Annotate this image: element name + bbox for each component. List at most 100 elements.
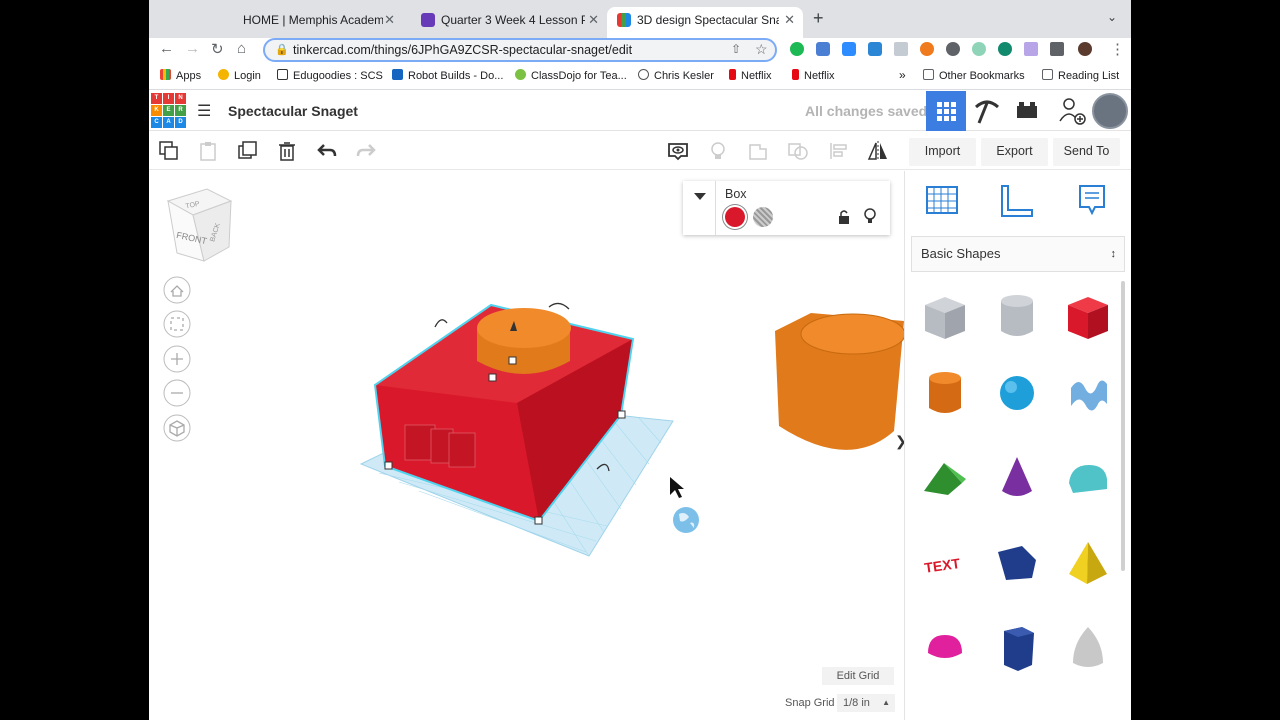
redo-icon[interactable]	[355, 140, 377, 162]
resize-handle[interactable]	[534, 516, 543, 525]
tab-tinkercad[interactable]: 3D design Spectacular Snaget ✕	[607, 7, 803, 38]
box-hole-shape[interactable]	[920, 291, 970, 341]
snap-grid-select[interactable]: 1/8 in ▲	[837, 694, 895, 712]
notion-extension-icon[interactable]	[946, 42, 960, 56]
ruler-icon[interactable]	[999, 183, 1035, 219]
copy-icon[interactable]	[158, 140, 180, 162]
zoom-extension-icon[interactable]	[842, 42, 856, 56]
notes-lightbulb-icon[interactable]	[707, 140, 729, 162]
puzzle-extensions-icon[interactable]	[1050, 42, 1064, 56]
grammarly-extension-icon[interactable]	[790, 42, 804, 56]
workplane-scene[interactable]: TOP FRONT BACK	[149, 171, 904, 720]
resize-handle[interactable]	[384, 461, 393, 470]
extension-icon[interactable]	[920, 42, 934, 56]
bookmark-chris-kesler[interactable]: Chris Kesler	[638, 69, 714, 82]
rotate-handle-icon[interactable]	[434, 319, 448, 328]
more-bookmarks-button[interactable]: »	[899, 68, 906, 82]
collapse-inspector-icon[interactable]	[693, 191, 707, 201]
bookmark-netflix[interactable]: Netflix	[792, 69, 835, 82]
undo-icon[interactable]	[316, 140, 338, 162]
ungroup-icon[interactable]	[787, 140, 809, 162]
other-bookmarks-folder[interactable]: Other Bookmarks	[923, 69, 1025, 82]
edit-grid-button[interactable]: Edit Grid	[822, 667, 894, 685]
cone-shape[interactable]	[992, 453, 1042, 503]
panel-toggle-chevron-icon[interactable]: ❯	[895, 433, 904, 450]
home-view-button[interactable]	[163, 276, 191, 304]
workplane[interactable]: TOP FRONT BACK	[149, 171, 904, 720]
align-icon[interactable]	[828, 140, 850, 162]
new-tab-button[interactable]: +	[813, 8, 824, 29]
3d-view-button[interactable]	[926, 91, 966, 131]
fit-view-button[interactable]	[163, 310, 191, 338]
workplane-tool-icon[interactable]	[925, 183, 959, 217]
notes-icon[interactable]	[1077, 183, 1107, 219]
paraboloid-shape[interactable]	[1063, 623, 1113, 673]
paste-icon[interactable]	[197, 140, 219, 162]
tinkercad-logo[interactable]: T I N K E R C A D	[151, 93, 187, 129]
share-icon[interactable]: ⇧	[731, 42, 741, 56]
round-roof-shape[interactable]	[1063, 453, 1113, 503]
polygon-prism-shape[interactable]	[992, 623, 1042, 673]
duplicate-icon[interactable]	[237, 140, 259, 162]
address-bar[interactable]: 🔒 tinkercad.com/things/6JPhGA9ZCSR-spect…	[263, 38, 777, 62]
extension-icon[interactable]	[972, 42, 986, 56]
design-list-icon[interactable]: ☰	[197, 101, 211, 121]
url-text[interactable]: tinkercad.com/things/6JPhGA9ZCSR-spectac…	[293, 43, 632, 57]
project-name[interactable]: Spectacular Snaget	[228, 103, 358, 119]
cylinder-hole-shape[interactable]	[992, 291, 1042, 341]
extension-icon[interactable]	[998, 42, 1012, 56]
import-button[interactable]: Import	[909, 138, 976, 166]
close-tab-icon[interactable]: ✕	[588, 7, 599, 33]
add-user-button[interactable]	[1051, 91, 1091, 131]
bookmark-netflix[interactable]: Netflix	[729, 69, 772, 82]
group-icon[interactable]	[747, 140, 769, 162]
tab-lesson-plan[interactable]: Quarter 3 Week 4 Lesson Plan ✕	[411, 7, 607, 38]
half-sphere-shape[interactable]	[920, 623, 970, 673]
tab-home-memphis[interactable]: HOME | Memphis Academy of ✕	[215, 7, 403, 38]
bookmark-login[interactable]: Login	[218, 69, 261, 82]
resize-handle[interactable]	[508, 356, 517, 365]
close-tab-icon[interactable]: ✕	[784, 7, 795, 33]
text-shape[interactable]: TEXT	[920, 538, 970, 588]
translate-extension-icon[interactable]	[816, 42, 830, 56]
solid-color-swatch[interactable]	[725, 207, 745, 227]
rotate-handle-icon[interactable]	[548, 302, 570, 310]
close-tab-icon[interactable]: ✕	[384, 7, 395, 33]
send-to-button[interactable]: Send To	[1053, 138, 1120, 166]
export-button[interactable]: Export	[981, 138, 1048, 166]
home-icon[interactable]: ⌂	[237, 40, 246, 57]
hole-swatch[interactable]	[753, 207, 773, 227]
pyramid-shape[interactable]	[1063, 538, 1113, 588]
bookmark-edugoodies[interactable]: Edugoodies : SCS	[277, 69, 383, 82]
extension-icon[interactable]	[894, 42, 908, 56]
user-avatar[interactable]	[1092, 93, 1128, 129]
cursor-extension-icon[interactable]	[1024, 42, 1038, 56]
show-all-icon[interactable]	[667, 140, 689, 162]
blocks-view-button[interactable]	[967, 91, 1007, 131]
reload-icon[interactable]: ↻	[211, 40, 224, 58]
bookmark-classdojo[interactable]: ClassDojo for Tea...	[515, 69, 627, 82]
bookmark-robot-builds[interactable]: Robot Builds - Do...	[392, 69, 503, 82]
globe-icon[interactable]	[673, 507, 699, 533]
tab-search-chevron-icon[interactable]: ⌄	[1107, 10, 1117, 24]
shape-category-select[interactable]: Basic Shapes ↕	[911, 236, 1125, 272]
profile-avatar-icon[interactable]	[1078, 42, 1092, 56]
sphere-shape[interactable]	[992, 368, 1042, 418]
browser-menu-icon[interactable]: ⋮	[1110, 40, 1125, 58]
cylinder-shape[interactable]	[920, 368, 970, 418]
mirror-icon[interactable]	[867, 140, 889, 162]
roof-shape[interactable]	[920, 453, 970, 503]
bookmark-apps[interactable]: Apps	[160, 69, 201, 82]
box-shape[interactable]	[1063, 291, 1113, 341]
resize-handle[interactable]	[617, 410, 626, 419]
reading-list-button[interactable]: Reading List	[1042, 69, 1119, 82]
back-arrow-icon[interactable]: ←	[159, 40, 174, 57]
delete-trash-icon[interactable]	[276, 140, 298, 162]
shapes-scrollbar[interactable]	[1121, 281, 1125, 571]
scribble-shape[interactable]	[1063, 368, 1113, 418]
polygon-shape[interactable]	[992, 538, 1042, 588]
view-cube[interactable]: TOP FRONT BACK	[166, 188, 233, 262]
bricks-view-button[interactable]	[1007, 91, 1047, 131]
visibility-lightbulb-icon[interactable]	[863, 207, 877, 225]
resize-handle[interactable]	[488, 373, 497, 382]
